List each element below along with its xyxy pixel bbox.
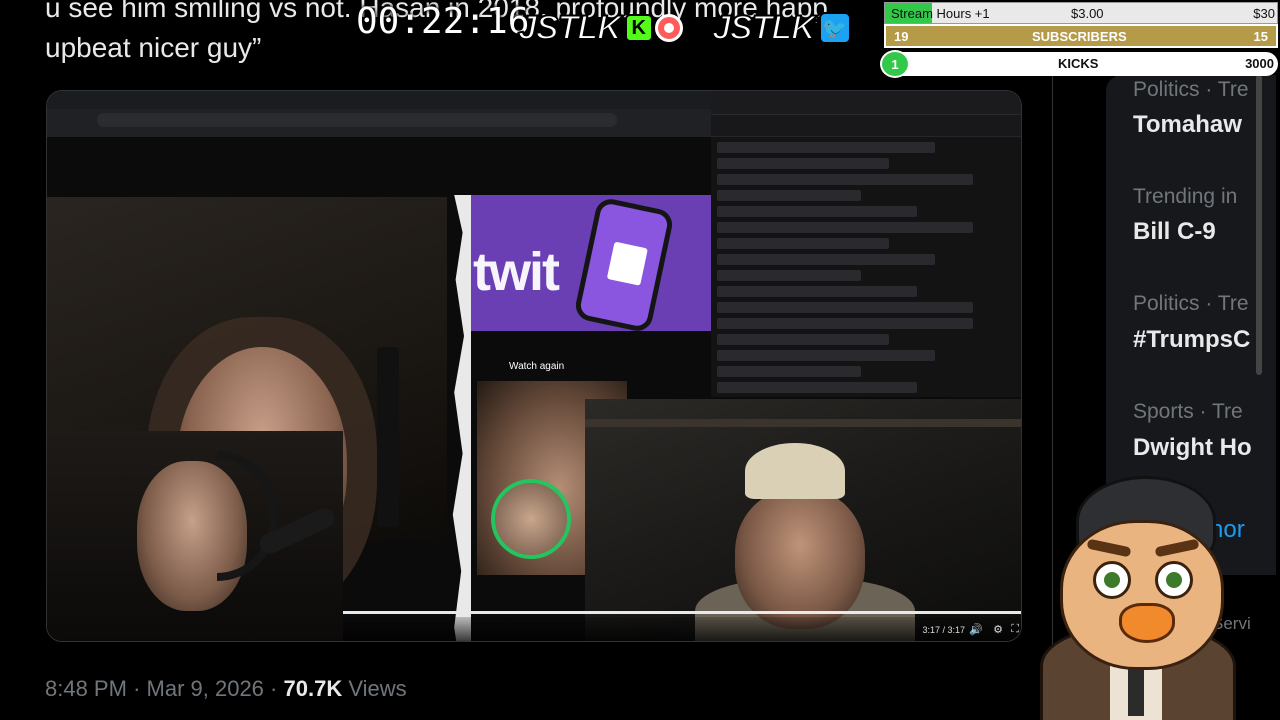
subscribers-goal: 19 SUBSCRIBERS 15 (884, 24, 1278, 48)
chat-message (717, 222, 973, 233)
chat-message (717, 334, 889, 345)
circled-face (491, 479, 571, 559)
kicks-count-badge: 1 (880, 50, 910, 78)
stream-hours-label: Stream Hours +1 (891, 6, 990, 21)
stream-chat-panel (711, 91, 1021, 397)
kicks-label: KICKS (1058, 56, 1099, 71)
twitch-glitch-icon (606, 241, 648, 286)
video-browser-tabs (47, 91, 711, 109)
trend-category: Sports · Tre (1133, 400, 1243, 423)
stream-timer: 00:22:16 (356, 1, 530, 42)
kick-icon: K (624, 14, 653, 42)
chat-message (717, 174, 973, 185)
chat-message (717, 382, 917, 393)
meta-separator: · (270, 676, 278, 701)
record-icon (654, 14, 683, 42)
chat-message (717, 238, 889, 249)
subscribers-target: 15 (1253, 29, 1268, 44)
subscribers-current: 19 (894, 29, 909, 44)
torn-paper-divider (452, 195, 471, 641)
trend-item[interactable]: Tomahaw (1133, 111, 1242, 139)
trend-category: Politics · Tre (1133, 292, 1249, 315)
settings-gear-icon[interactable]: ⚙ (993, 623, 1003, 636)
subathon-widget: Stream Hours +1 $3.00 $30 19 SUBSCRIBERS… (880, 0, 1280, 78)
kicks-target: 3000 (1245, 56, 1274, 71)
twitch-logo: twit (473, 242, 560, 302)
tweet-date[interactable]: Mar 9, 2026 (147, 676, 264, 701)
microphone-icon (377, 347, 399, 527)
video-progress-bar[interactable] (343, 611, 1021, 614)
trend-item[interactable]: #TrumpsC (1133, 326, 1250, 354)
subscribers-label: SUBSCRIBERS (1032, 29, 1127, 44)
video-time: 3:17 / 3:17 (922, 625, 965, 635)
video-progress-fill (343, 611, 1021, 614)
brand-name: JSTLK (517, 8, 623, 48)
streamer-cam-right (585, 399, 1021, 641)
trend-item[interactable]: Bill C-9 (1133, 218, 1216, 246)
chat-message (717, 318, 973, 329)
stream-hours-goal-value: $30 (1253, 6, 1275, 21)
twitter-bird-icon: 🐦 (818, 12, 851, 44)
kicks-goal: 1 KICKS 3000 (880, 50, 1278, 78)
meta-separator: · (133, 676, 141, 701)
video-browser-toolbar (47, 91, 711, 137)
chat-message (717, 190, 861, 201)
video-browser-url (97, 113, 617, 127)
volume-icon[interactable]: 🔊 (969, 623, 983, 636)
brand-twitter-logo: JSTLK 🐦 (711, 8, 851, 48)
headset-icon (217, 451, 277, 581)
views-label: Views (348, 676, 407, 701)
chat-message (717, 350, 936, 361)
chat-message (717, 302, 973, 313)
fullscreen-icon[interactable]: ⛶ (1011, 623, 1019, 636)
tweet-time[interactable]: 8:48 PM (45, 676, 127, 701)
brand-name: JSTLK (711, 8, 817, 48)
chat-message (717, 158, 889, 169)
phone-icon (572, 196, 676, 334)
beak (1119, 603, 1175, 643)
twitch-thumbnail: twit (467, 195, 711, 334)
stream-hours-price: $3.00 (1071, 6, 1104, 21)
tweet-video[interactable]: twit Watch again 3:17 / 3:17 🔊 ⚙ ⛶ (46, 90, 1022, 642)
chat-message (717, 206, 917, 217)
trend-category: Trending in (1133, 185, 1238, 208)
chat-message (717, 286, 917, 297)
chat-message (717, 254, 936, 265)
chat-message (717, 142, 936, 153)
trend-item[interactable]: Dwight Ho (1133, 434, 1252, 462)
stream-hours-goal: Stream Hours +1 $3.00 $30 (884, 2, 1278, 24)
screen: u see him smiling vs not. Hasan in 2018,… (0, 0, 1280, 720)
views-count: 70.7K (283, 676, 343, 701)
cap (745, 443, 845, 499)
streamer-cam-small (47, 431, 343, 641)
sidebar-scrollbar[interactable] (1256, 75, 1262, 375)
chat-message (717, 366, 861, 377)
trend-category: Politics · Tre (1133, 78, 1249, 101)
video-controls: 3:17 / 3:17 🔊 ⚙ ⛶ (343, 617, 1021, 641)
chat-message (717, 270, 861, 281)
tweet-meta: 8:48 PM · Mar 9, 2026 · 70.7K Views (45, 676, 407, 702)
brand-kick-logo: JSTLK K (517, 8, 683, 48)
watch-again-label[interactable]: Watch again (509, 361, 564, 372)
mascot-character (1030, 476, 1240, 720)
